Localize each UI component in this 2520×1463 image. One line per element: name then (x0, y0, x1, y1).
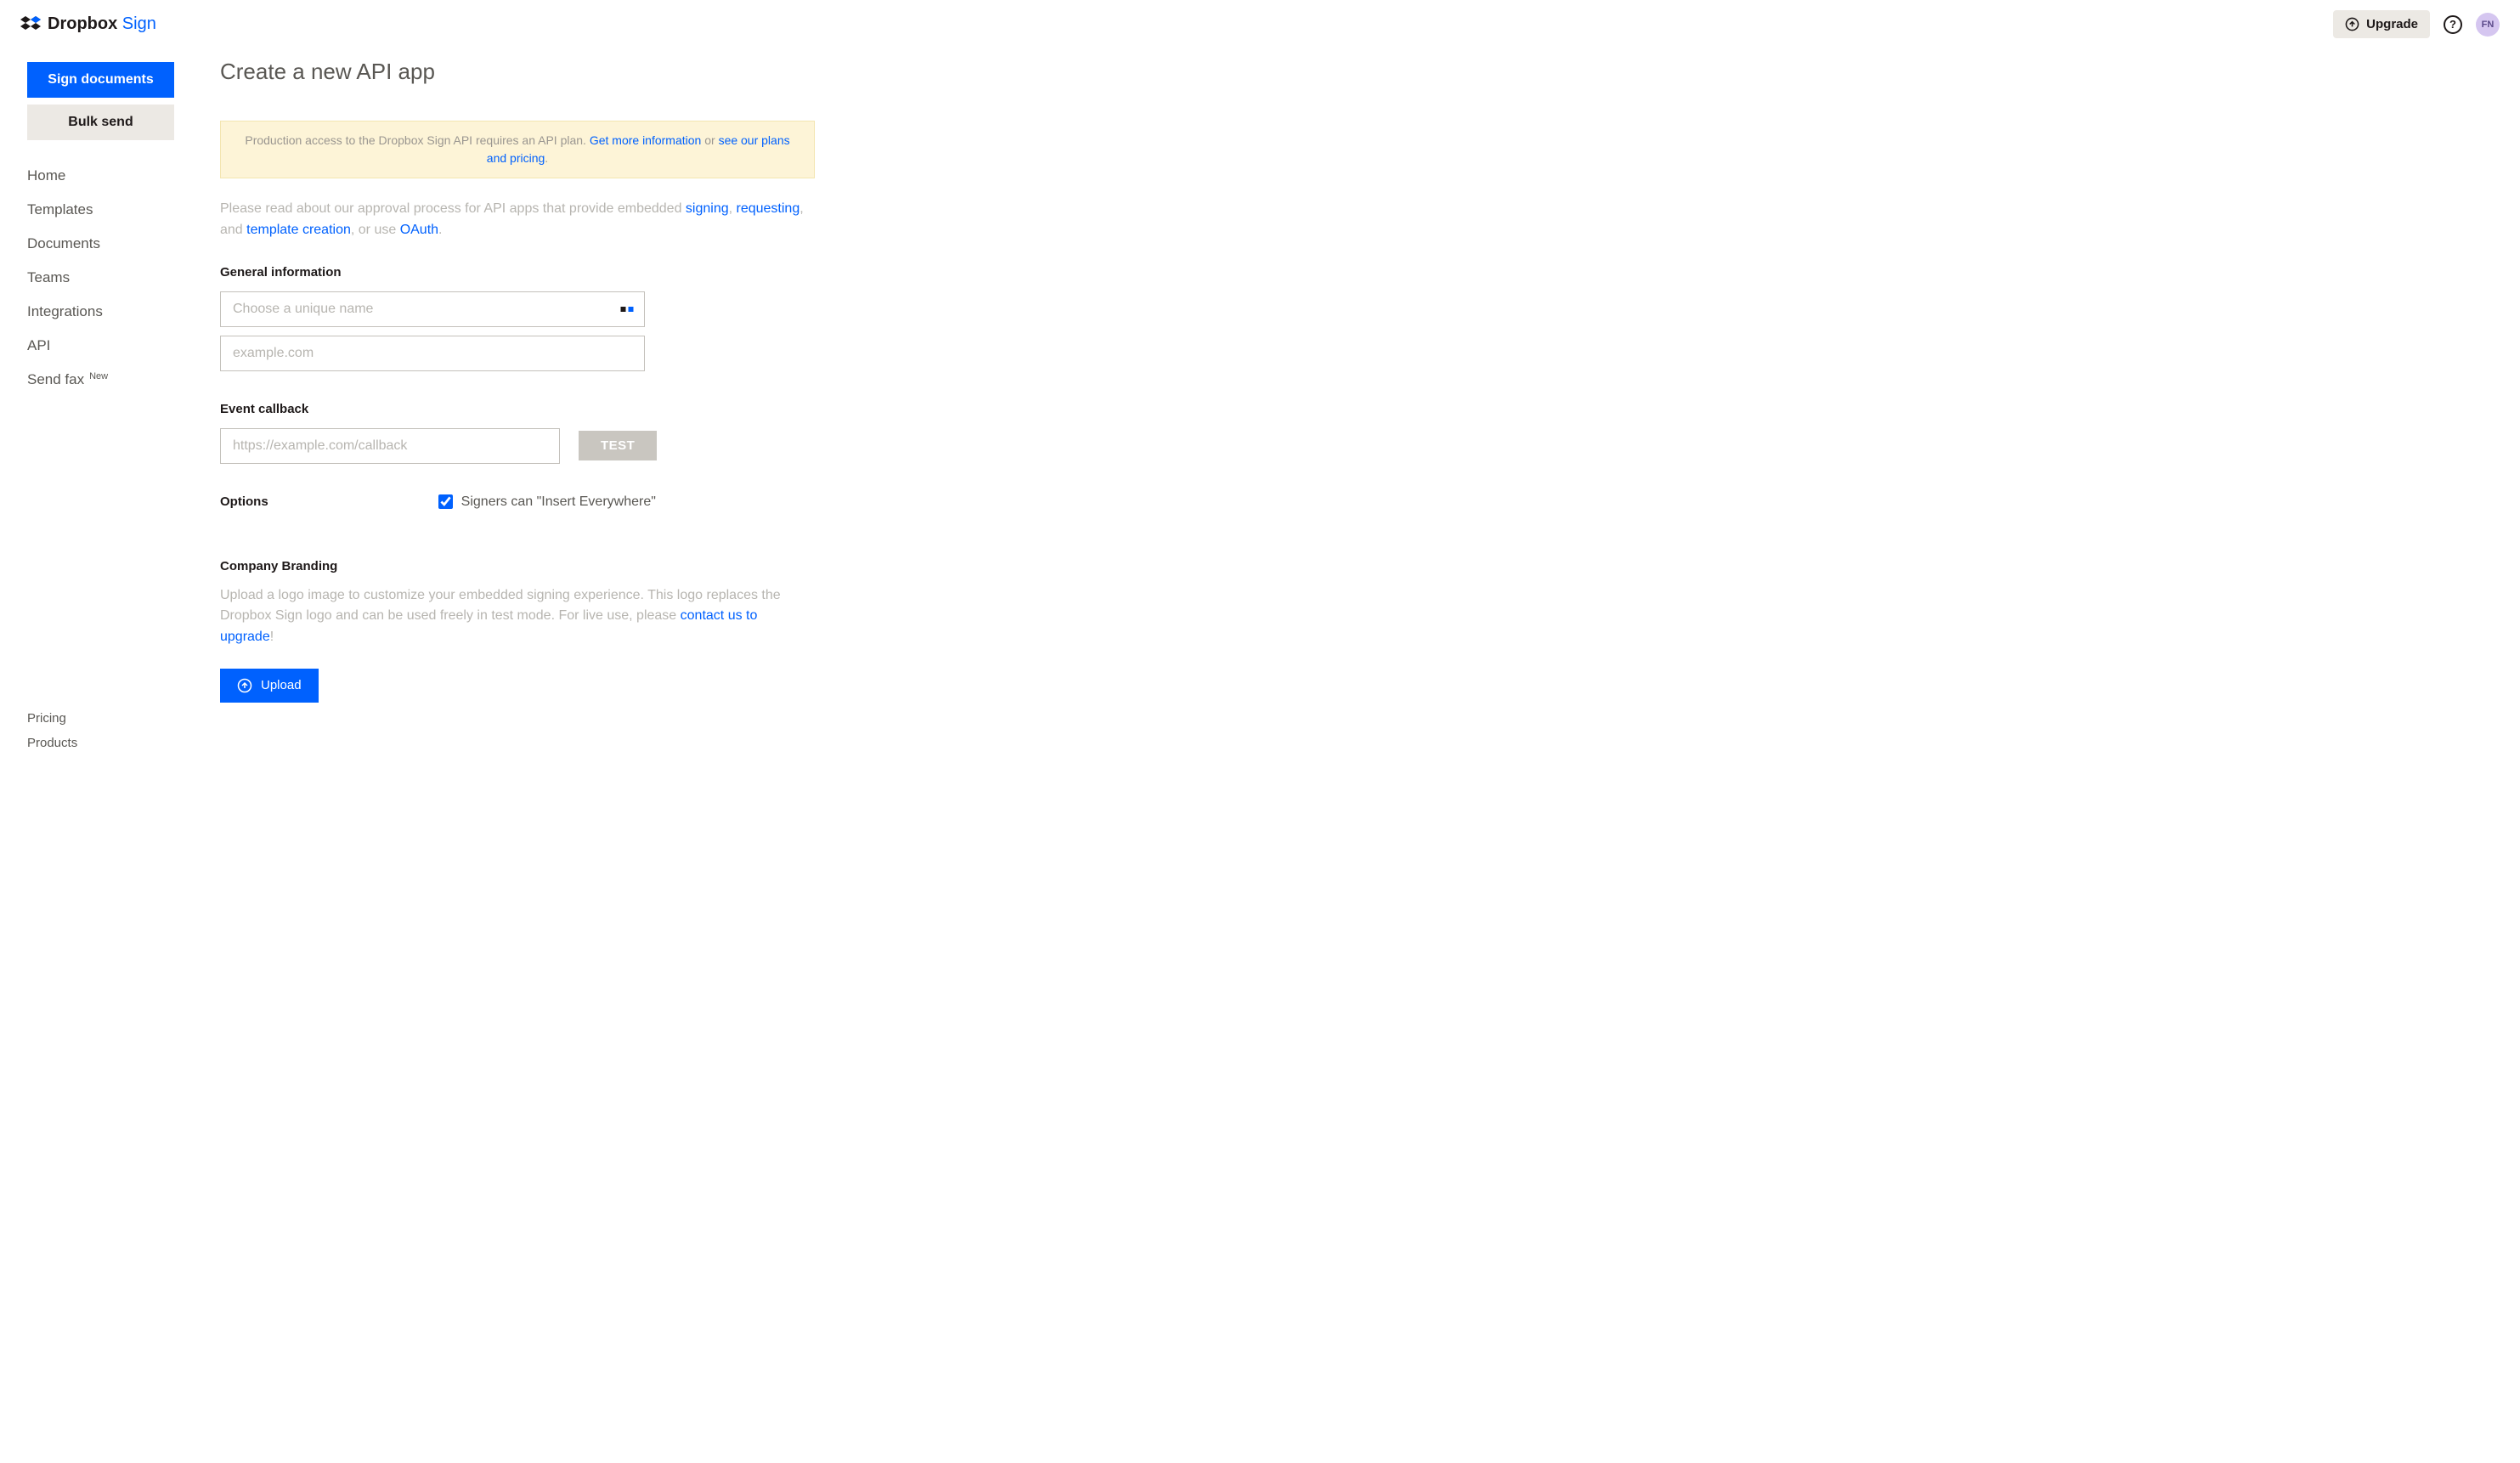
nav-templates[interactable]: Templates (27, 201, 200, 218)
upgrade-button[interactable]: Upgrade (2333, 10, 2430, 38)
new-badge: New (89, 371, 108, 381)
nav-send-fax[interactable]: Send fax New (27, 371, 200, 388)
nav-teams[interactable]: Teams (27, 269, 200, 286)
nav-integrations[interactable]: Integrations (27, 303, 200, 320)
header: Dropbox Sign Upgrade ? FN (0, 0, 2520, 48)
footer-nav: Pricing Products (27, 711, 200, 750)
password-manager-icon (619, 302, 635, 317)
template-creation-link[interactable]: template creation (246, 223, 351, 237)
header-actions: Upgrade ? FN (2333, 10, 2500, 38)
sidebar: Sign documents Bulk send Home Templates … (0, 48, 200, 750)
upload-icon (237, 678, 252, 693)
intro-text: Please read about our approval process f… (220, 199, 815, 241)
options-label: Options (220, 494, 268, 509)
nav-home[interactable]: Home (27, 167, 200, 184)
more-info-link[interactable]: Get more information (590, 133, 702, 147)
main-content: Create a new API app Production access t… (200, 48, 1032, 750)
page-title: Create a new API app (220, 59, 1012, 85)
logo-text: Dropbox Sign (48, 14, 156, 34)
domain-input[interactable] (220, 336, 645, 371)
branding-description: Upload a logo image to customize your em… (220, 585, 798, 648)
nav-api[interactable]: API (27, 337, 200, 354)
callback-url-input[interactable] (220, 428, 560, 464)
insert-everywhere-label: Signers can "Insert Everywhere" (461, 494, 656, 510)
branding-label: Company Branding (220, 559, 1012, 573)
general-info-label: General information (220, 265, 1012, 280)
requesting-link[interactable]: requesting (737, 201, 800, 216)
app-name-input[interactable] (220, 291, 645, 327)
insert-everywhere-checkbox[interactable] (438, 494, 453, 509)
api-plan-notice: Production access to the Dropbox Sign AP… (220, 121, 815, 178)
bulk-send-button[interactable]: Bulk send (27, 104, 174, 140)
upload-button[interactable]: Upload (220, 669, 319, 703)
nav-documents[interactable]: Documents (27, 235, 200, 252)
dropbox-icon (20, 14, 41, 35)
nav-products[interactable]: Products (27, 736, 200, 750)
event-callback-label: Event callback (220, 402, 1012, 416)
sign-documents-button[interactable]: Sign documents (27, 62, 174, 98)
test-button[interactable]: TEST (579, 431, 657, 460)
signing-link[interactable]: signing (686, 201, 729, 216)
nav: Home Templates Documents Teams Integrati… (27, 167, 200, 388)
oauth-link[interactable]: OAuth (400, 223, 438, 237)
upgrade-icon (2345, 17, 2359, 31)
logo[interactable]: Dropbox Sign (20, 14, 156, 35)
help-icon[interactable]: ? (2444, 15, 2462, 34)
nav-pricing[interactable]: Pricing (27, 711, 200, 726)
avatar[interactable]: FN (2476, 13, 2500, 37)
